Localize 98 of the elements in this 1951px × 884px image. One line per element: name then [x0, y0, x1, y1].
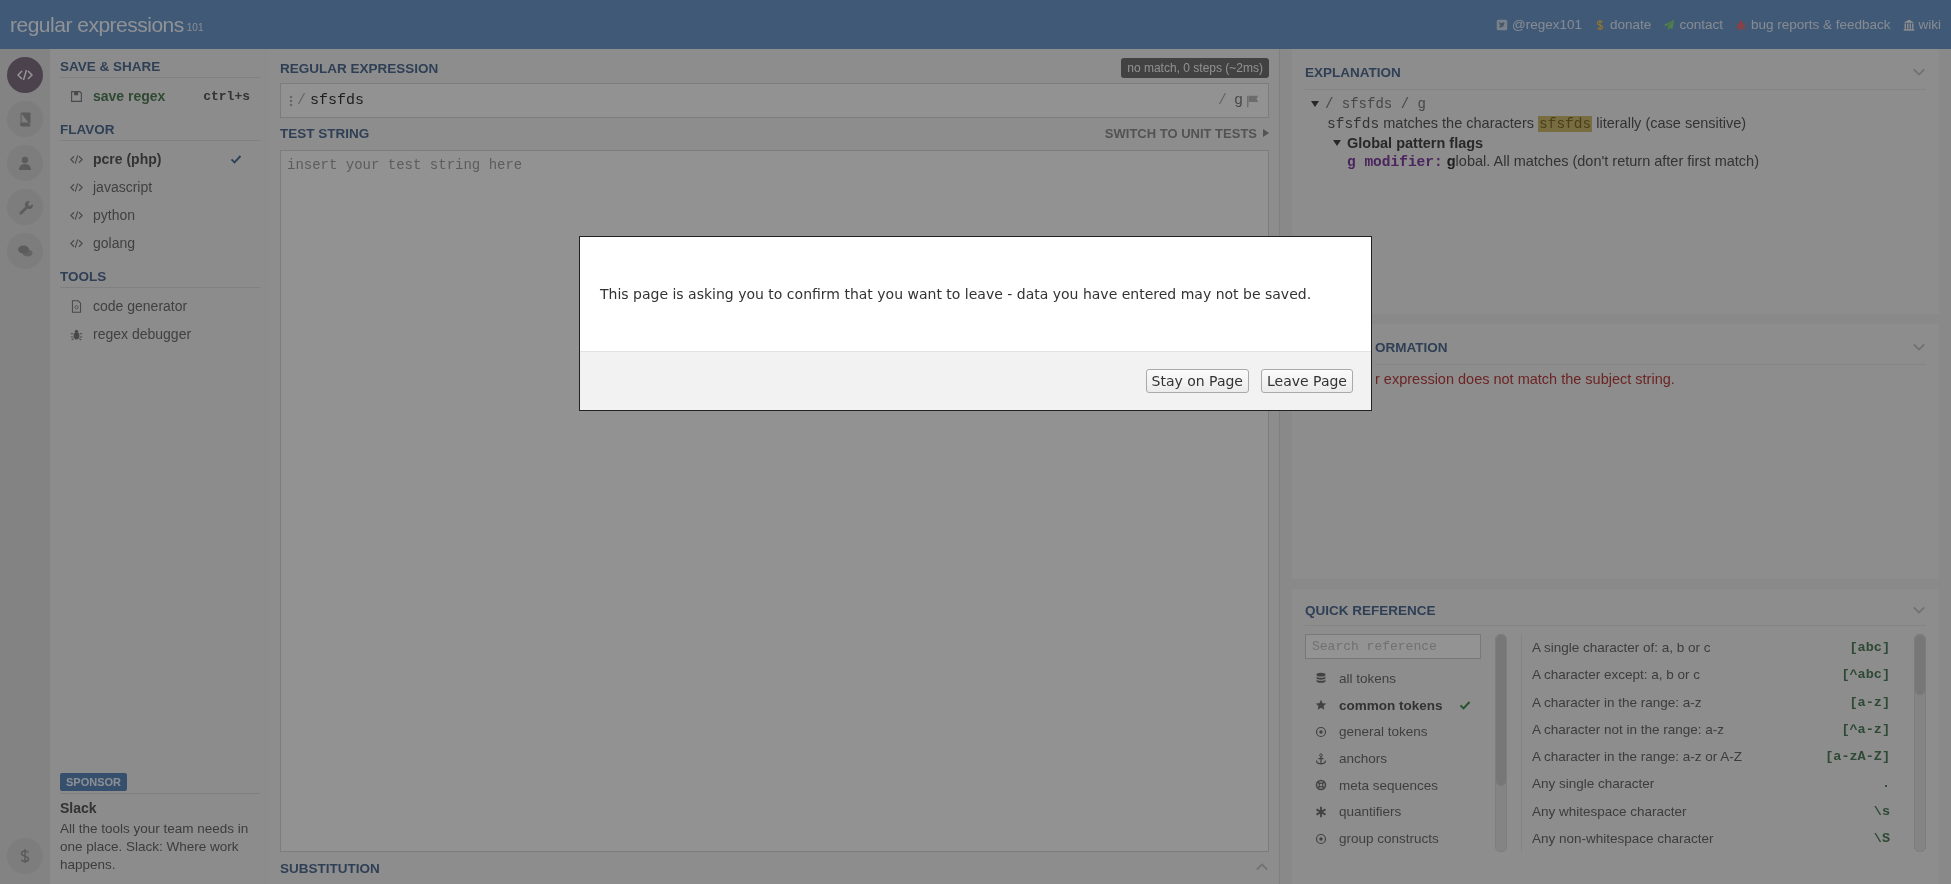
category-item[interactable]: quantifiers	[1305, 798, 1481, 826]
rail-button[interactable]	[7, 189, 43, 225]
top-link[interactable]: @regex101	[1496, 17, 1583, 32]
top-link[interactable]: wiki	[1902, 17, 1941, 32]
dialog-button[interactable]: Stay on Page	[1145, 369, 1249, 393]
token-code: [a-zA-Z]	[1825, 749, 1890, 765]
token-code: [abc]	[1849, 640, 1890, 656]
rail-button[interactable]	[7, 145, 43, 181]
category-item[interactable]: general tokens	[1305, 718, 1481, 746]
delimiter: /	[1217, 92, 1227, 109]
token-description: A single character of: a, b or c	[1532, 640, 1711, 656]
regex-summary: / sfsfds / g	[1325, 96, 1426, 112]
token-description: A character not in the range: a-z	[1532, 721, 1725, 737]
checkmark-icon	[1458, 699, 1471, 712]
checkmark-icon	[230, 153, 242, 165]
bird-icon	[1496, 18, 1509, 31]
category-item[interactable]: all tokens	[1305, 665, 1481, 692]
flag-icon[interactable]	[1246, 93, 1260, 108]
dialog-button[interactable]: Leave Page	[1261, 369, 1353, 393]
match-status: no match, 0 steps (~2ms)	[1121, 58, 1269, 78]
switch-link[interactable]: SWITCH TO UNIT TESTS	[1104, 125, 1269, 141]
paper-plane-icon	[1663, 18, 1676, 31]
sidebar-item[interactable]: golang	[60, 229, 260, 257]
section-heading: SAVE & SHARE	[60, 55, 260, 78]
section-heading: REGULAR EXPRESSION	[280, 60, 439, 76]
rail-button[interactable]	[7, 101, 43, 137]
sidebar-item[interactable]: save regex	[60, 82, 204, 110]
caret-icon	[1263, 129, 1269, 137]
drag-handle-icon[interactable]	[289, 94, 293, 107]
token-code: [a-z]	[1849, 694, 1890, 710]
category-item[interactable]: group constructs	[1305, 825, 1481, 852]
section-heading: ORMATION	[1375, 339, 1448, 355]
token-description: A character in the range: a-z or A-Z	[1532, 749, 1743, 765]
token-code: .	[1881, 776, 1890, 792]
token-description: Any whitespace character	[1532, 803, 1687, 819]
sponsor-text: All the tools your team needs in one place. Slack: Where work happens.	[60, 820, 250, 874]
sidebar-item[interactable]: python	[60, 201, 260, 229]
expand-triangle-icon[interactable]	[1333, 139, 1341, 147]
logo-superscript: 101	[186, 22, 204, 33]
section-heading: FLAVOR	[60, 118, 260, 141]
anchor-icon	[1315, 752, 1327, 765]
delimiter: /	[297, 92, 306, 109]
book-icon	[17, 111, 33, 127]
bank-icon	[1902, 18, 1915, 31]
token-code: \S	[1873, 830, 1890, 846]
category-item[interactable]: common tokens	[1305, 691, 1481, 719]
expand-triangle-icon[interactable]	[1311, 100, 1319, 108]
code-icon	[70, 236, 83, 250]
logo[interactable]: regular expressions	[10, 12, 184, 37]
asterisk-icon	[1315, 805, 1327, 818]
category-item[interactable]: meta sequences	[1305, 771, 1481, 799]
lifebuoy-icon	[1315, 779, 1327, 792]
document-icon	[70, 299, 83, 313]
code-icon	[17, 67, 33, 83]
token-description: A character in the range: a-z	[1532, 694, 1702, 710]
sidebar-item[interactable]: regex debugger	[60, 320, 260, 348]
token-description: Any non-whitespace character	[1532, 830, 1714, 846]
token-description: Any single character	[1532, 776, 1655, 792]
sponsor-name: Slack	[60, 800, 98, 816]
code-icon	[70, 152, 83, 166]
bug-icon	[70, 327, 83, 341]
section-heading: QUICK REFERENCE	[1305, 602, 1436, 618]
match-message: r expression does not match the subject string.	[1375, 371, 1676, 387]
star-icon	[1315, 699, 1327, 712]
rail-button[interactable]	[7, 57, 43, 93]
token-description: A character except: a, b or c	[1532, 667, 1701, 683]
shortcut-text: ctrl+s	[203, 88, 250, 104]
section-heading: TOOLS	[60, 265, 260, 288]
sponsor-badge: SPONSOR	[60, 773, 127, 791]
wrench-icon	[17, 199, 33, 215]
database-icon	[1315, 672, 1327, 685]
token-code: \s	[1873, 803, 1890, 819]
person-icon	[17, 155, 33, 171]
code-icon	[70, 208, 83, 222]
section-heading: TEST STRING	[280, 125, 370, 141]
regex-field[interactable]: / sfsfds / g	[280, 83, 1269, 118]
top-link[interactable]: bug reports & feedback	[1734, 17, 1891, 32]
flag-explanation: g modifier: global. All matches (don't return after first match)	[1346, 153, 1760, 170]
target-icon	[1315, 725, 1327, 738]
section-heading: SUBSTITUTION	[280, 860, 380, 876]
code-icon	[70, 180, 83, 194]
token-code: [^abc]	[1841, 667, 1890, 683]
token-code: [^a-z]	[1841, 721, 1890, 737]
group-title: Global pattern flags	[1347, 135, 1484, 151]
regex-value: sfsfds	[310, 92, 365, 109]
chat-icon	[17, 243, 33, 259]
flags-text[interactable]: g	[1234, 92, 1243, 109]
bug-icon	[1734, 18, 1747, 31]
target-icon	[1315, 832, 1327, 845]
rail-button[interactable]	[7, 233, 43, 269]
sidebar-item[interactable]: pcre (php)	[60, 145, 260, 173]
sidebar-item[interactable]: javascript	[60, 173, 260, 201]
rail-button[interactable]	[7, 838, 43, 874]
sidebar-item[interactable]: code generator	[60, 292, 260, 320]
section-heading: EXPLANATION	[1305, 64, 1401, 80]
top-link[interactable]: contact	[1663, 17, 1723, 32]
category-item[interactable]: anchors	[1305, 745, 1481, 772]
top-link[interactable]: donate	[1594, 17, 1652, 32]
